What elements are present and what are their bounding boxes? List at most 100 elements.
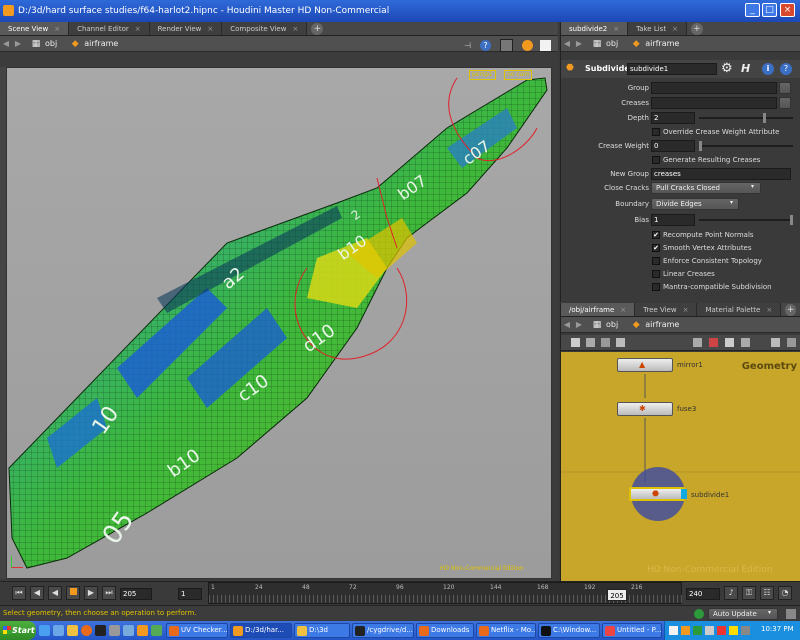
tab-composite-view[interactable]: Composite View × <box>222 22 308 35</box>
info-icon[interactable]: i <box>762 63 774 75</box>
pin-icon[interactable]: ⊣ <box>464 41 471 50</box>
add-tab-button[interactable]: + <box>690 23 703 35</box>
tab-tree-view[interactable]: Tree View × <box>635 303 698 316</box>
forward-arrow-icon[interactable]: ▶ <box>573 39 585 48</box>
tray-icon[interactable] <box>693 626 702 635</box>
quicklaunch-app-icon[interactable] <box>123 625 134 636</box>
taskbar-item[interactable]: Downloads <box>416 623 474 638</box>
taskbar-item[interactable]: C:\Window... <box>538 623 600 638</box>
creases-dropdown[interactable] <box>779 97 791 109</box>
step-back-button[interactable]: ◀ <box>30 586 44 600</box>
wire-icon[interactable] <box>771 338 780 347</box>
network-canvas[interactable]: Geometry ▲ mirror1 ✱ fuse3 ⬣ subdivide1 … <box>561 352 800 581</box>
play-reverse-button[interactable]: ◀ <box>48 586 62 600</box>
audio-icon[interactable]: ♪ <box>724 586 738 600</box>
crease-weight-slider[interactable] <box>699 145 793 147</box>
global-settings-icon[interactable]: ☷ <box>760 586 774 600</box>
realtime-icon[interactable]: ◔ <box>778 586 792 600</box>
breadcrumb-obj[interactable]: ▦ obj <box>585 38 624 50</box>
crease-weight-slider-handle[interactable] <box>699 141 702 151</box>
minimize-button[interactable]: _ <box>745 3 760 17</box>
quicklaunch-desktop-icon[interactable] <box>53 625 64 636</box>
frame-ruler[interactable]: 1 24 48 72 96 120 144 168 192 216 205 <box>208 582 683 604</box>
tray-icon[interactable] <box>729 626 738 635</box>
current-frame-indicator[interactable]: 205 <box>607 589 627 601</box>
quicklaunch-terminal-icon[interactable] <box>95 625 106 636</box>
mantra-subdivision-checkbox[interactable] <box>652 283 660 291</box>
tray-icon[interactable] <box>669 626 678 635</box>
quicklaunch-houdini-icon[interactable] <box>137 625 148 636</box>
tray-icon[interactable] <box>681 626 690 635</box>
generate-creases-checkbox[interactable] <box>652 156 660 164</box>
group-field[interactable] <box>651 82 777 94</box>
stop-button[interactable] <box>66 586 80 600</box>
quicklaunch-ie-icon[interactable] <box>39 625 50 636</box>
snap-icon[interactable] <box>741 338 750 347</box>
breadcrumb-airframe[interactable]: ◆ airframe <box>624 38 685 50</box>
help-icon[interactable]: ? <box>480 40 491 51</box>
close-button[interactable]: × <box>780 3 795 17</box>
end-frame-field[interactable]: 240 <box>686 588 720 600</box>
jump-start-button[interactable]: ⏮ <box>12 586 26 600</box>
quicklaunch-media-icon[interactable] <box>151 625 162 636</box>
maximize-button[interactable]: □ <box>762 3 777 17</box>
quicklaunch-firefox-icon[interactable] <box>81 625 92 636</box>
tile-view-icon[interactable] <box>586 338 595 347</box>
new-group-field[interactable]: creases <box>651 168 791 180</box>
quicklaunch-explorer-icon[interactable] <box>67 625 78 636</box>
forward-arrow-icon[interactable]: ▶ <box>573 320 585 329</box>
start-frame-field[interactable]: 205 <box>120 588 152 600</box>
add-tab-button[interactable]: + <box>785 304 796 316</box>
3d-viewport[interactable]: c07 b07 b10 d10 c10 b10 05 10 a2 2 persp… <box>6 67 552 579</box>
close-cracks-menu[interactable]: Pull Cracks Closed <box>651 182 761 194</box>
smooth-vertex-checkbox[interactable]: ✔ <box>652 244 660 252</box>
linear-creases-checkbox[interactable] <box>652 270 660 278</box>
display-options-icon[interactable] <box>500 39 513 52</box>
node-name-field[interactable]: subdivide1 <box>627 63 717 75</box>
breadcrumb-airframe[interactable]: ◆ airframe <box>624 319 685 331</box>
bias-slider-handle[interactable] <box>790 215 793 225</box>
forward-arrow-icon[interactable]: ▶ <box>12 39 24 48</box>
bias-field[interactable]: 1 <box>651 214 695 226</box>
tab-subdivide2[interactable]: subdivide2 × <box>561 22 629 35</box>
tab-obj-airframe[interactable]: /obj/airframe × <box>561 303 636 316</box>
bias-slider[interactable] <box>699 219 793 221</box>
breadcrumb-airframe[interactable]: ◆ airframe <box>63 38 124 50</box>
back-arrow-icon[interactable]: ◀ <box>0 39 12 48</box>
quicklaunch-settings-icon[interactable] <box>109 625 120 636</box>
layout-icon[interactable] <box>601 338 610 347</box>
enforce-topology-checkbox[interactable] <box>652 257 660 265</box>
help-icon[interactable]: ? <box>780 63 792 75</box>
depth-field[interactable]: 2 <box>651 112 695 124</box>
shape-palette-icon[interactable] <box>725 338 734 347</box>
background-white-icon[interactable] <box>540 40 551 51</box>
color-palette-icon[interactable] <box>709 338 718 347</box>
boundary-menu[interactable]: Divide Edges <box>651 198 739 210</box>
tab-material-palette[interactable]: Material Palette × <box>697 303 782 316</box>
grid-icon[interactable] <box>616 338 625 347</box>
overview-icon[interactable] <box>787 338 796 347</box>
play-button[interactable]: ▶ <box>84 586 98 600</box>
taskbar-item[interactable]: D:\3d <box>294 623 350 638</box>
breadcrumb-obj[interactable]: ▦ obj <box>24 38 63 50</box>
crease-weight-field[interactable]: 0 <box>651 140 695 152</box>
tab-take-list[interactable]: Take List × <box>628 22 687 35</box>
tab-scene-view[interactable]: Scene View × <box>0 22 70 35</box>
recompute-normals-checkbox[interactable]: ✔ <box>652 231 660 239</box>
taskbar-item[interactable]: UV Checker... <box>166 623 228 638</box>
taskbar-item[interactable]: D:/3d/har... <box>230 623 292 638</box>
jump-end-button[interactable]: ⏭ <box>102 586 116 600</box>
tray-icon[interactable] <box>717 626 726 635</box>
tab-channel-editor[interactable]: Channel Editor × <box>69 22 150 35</box>
gear-icon[interactable]: ⚙ <box>721 61 733 76</box>
depth-slider[interactable] <box>699 117 793 119</box>
depth-slider-handle[interactable] <box>763 113 766 123</box>
key-icon[interactable]: ⚿ <box>742 586 756 600</box>
tray-icon[interactable] <box>705 626 714 635</box>
list-view-icon[interactable] <box>571 338 580 347</box>
creases-field[interactable] <box>651 97 777 109</box>
tab-render-view[interactable]: Render View × <box>149 22 223 35</box>
houdini-h-icon[interactable]: H <box>741 62 750 75</box>
back-arrow-icon[interactable]: ◀ <box>561 39 573 48</box>
back-arrow-icon[interactable]: ◀ <box>561 320 573 329</box>
